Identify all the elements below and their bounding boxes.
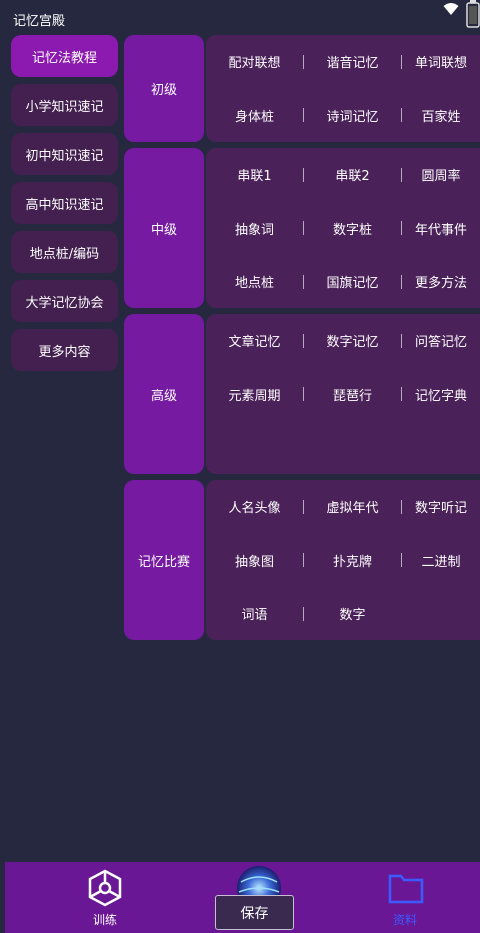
method-item[interactable]: 抽象词 xyxy=(206,219,303,238)
level-label[interactable]: 记忆比赛 xyxy=(124,480,204,640)
level-label[interactable]: 初级 xyxy=(124,35,204,142)
method-item[interactable]: 国旗记忆 xyxy=(304,272,401,291)
section: 高级 文章记忆 数字记忆 问答记忆 元素周期 琵琶行 记忆字典 xyxy=(124,314,480,474)
level-label[interactable]: 高级 xyxy=(124,314,204,474)
method-row: 配对联想 谐音记忆 单词联想 xyxy=(206,35,480,89)
save-button[interactable]: 保存 xyxy=(215,895,294,930)
section: 中级 串联1 串联2 圆周率 抽象词 数字桩 年代事件 地点桩 国旗记忆 更多方法 xyxy=(124,148,480,308)
tab-data[interactable]: 资料 xyxy=(375,862,435,933)
method-panel: 人名头像 虚拟年代 数字听记 抽象图 扑克牌 二进制 词语 数字 xyxy=(206,480,480,640)
sidebar-item[interactable]: 小学知识速记 xyxy=(11,84,118,126)
method-row: 身体桩 诗词记忆 百家姓 xyxy=(206,89,480,143)
tab-data-label: 资料 xyxy=(392,913,417,927)
method-row: 词语 数字 xyxy=(206,587,480,641)
method-item[interactable]: 扑克牌 xyxy=(304,551,401,570)
method-item[interactable]: 二进制 xyxy=(402,551,480,570)
method-item[interactable]: 谐音记忆 xyxy=(304,52,401,71)
method-item[interactable]: 串联1 xyxy=(206,165,303,184)
method-item[interactable]: 数字听记 xyxy=(402,497,480,516)
method-item[interactable]: 诗词记忆 xyxy=(304,106,401,125)
section: 记忆比赛 人名头像 虚拟年代 数字听记 抽象图 扑克牌 二进制 词语 数字 xyxy=(124,480,480,640)
level-label[interactable]: 中级 xyxy=(124,148,204,308)
method-item[interactable]: 词语 xyxy=(206,604,303,623)
method-item[interactable]: 虚拟年代 xyxy=(304,497,401,516)
method-row: 人名头像 虚拟年代 数字听记 xyxy=(206,480,480,534)
method-item[interactable]: 元素周期 xyxy=(206,385,303,404)
method-item[interactable]: 数字桩 xyxy=(304,219,401,238)
app-title: 记忆宫殿 xyxy=(13,14,66,29)
sidebar-item[interactable]: 初中知识速记 xyxy=(11,133,118,175)
method-item[interactable]: 单词联想 xyxy=(402,52,480,71)
method-item[interactable]: 文章记忆 xyxy=(206,331,303,350)
section: 初级 配对联想 谐音记忆 单词联想 身体桩 诗词记忆 百家姓 xyxy=(124,35,480,142)
method-row: 地点桩 国旗记忆 更多方法 xyxy=(206,255,480,309)
battery-icon xyxy=(466,0,480,28)
train-icon xyxy=(88,869,122,907)
method-grid: 初级 配对联想 谐音记忆 单词联想 身体桩 诗词记忆 百家姓 中级 串联1 串联2 圆周率 抽象词 数字… xyxy=(124,35,480,646)
method-item[interactable]: 更多方法 xyxy=(402,272,480,291)
method-row: 串联1 串联2 圆周率 xyxy=(206,148,480,202)
wifi-icon xyxy=(443,3,459,15)
sidebar-item[interactable]: 高中知识速记 xyxy=(11,182,118,224)
sidebar-item[interactable]: 更多内容 xyxy=(11,329,118,371)
method-item[interactable]: 串联2 xyxy=(304,165,401,184)
method-item[interactable]: 数字记忆 xyxy=(304,331,401,350)
sidebar-item[interactable]: 地点桩/编码 xyxy=(11,231,118,273)
method-panel: 串联1 串联2 圆周率 抽象词 数字桩 年代事件 地点桩 国旗记忆 更多方法 xyxy=(206,148,480,308)
method-item[interactable]: 记忆字典 xyxy=(402,385,480,404)
method-item[interactable]: 年代事件 xyxy=(402,219,480,238)
method-item[interactable]: 配对联想 xyxy=(206,52,303,71)
method-row: 抽象词 数字桩 年代事件 xyxy=(206,202,480,256)
status-bar: 记忆宫殿 xyxy=(0,0,480,32)
method-item[interactable]: 抽象图 xyxy=(206,551,303,570)
tab-train[interactable]: 训练 xyxy=(75,862,135,933)
method-item[interactable]: 百家姓 xyxy=(402,106,480,125)
method-item[interactable]: 数字 xyxy=(304,604,401,623)
method-row: 元素周期 琵琶行 记忆字典 xyxy=(206,368,480,422)
folder-icon xyxy=(388,874,424,904)
method-item[interactable]: 人名头像 xyxy=(206,497,303,516)
sidebar: 记忆法教程小学知识速记 初中知识速记 高中知识速记 地点桩/编码 大学记忆协会 更多内容 xyxy=(11,35,118,378)
method-item[interactable]: 地点桩 xyxy=(206,272,303,291)
method-item[interactable]: 琵琶行 xyxy=(304,385,401,404)
tab-train-label: 训练 xyxy=(92,913,117,927)
sidebar-item[interactable]: 大学记忆协会 xyxy=(11,280,118,322)
method-panel: 文章记忆 数字记忆 问答记忆 元素周期 琵琶行 记忆字典 xyxy=(206,314,480,474)
method-item[interactable]: 圆周率 xyxy=(402,165,480,184)
method-item[interactable]: 身体桩 xyxy=(206,106,303,125)
method-panel: 配对联想 谐音记忆 单词联想 身体桩 诗词记忆 百家姓 xyxy=(206,35,480,142)
method-item[interactable]: 问答记忆 xyxy=(402,331,480,350)
method-row: 抽象图 扑克牌 二进制 xyxy=(206,534,480,588)
method-row: 文章记忆 数字记忆 问答记忆 xyxy=(206,314,480,368)
sidebar-item[interactable]: 记忆法教程 xyxy=(11,35,118,77)
